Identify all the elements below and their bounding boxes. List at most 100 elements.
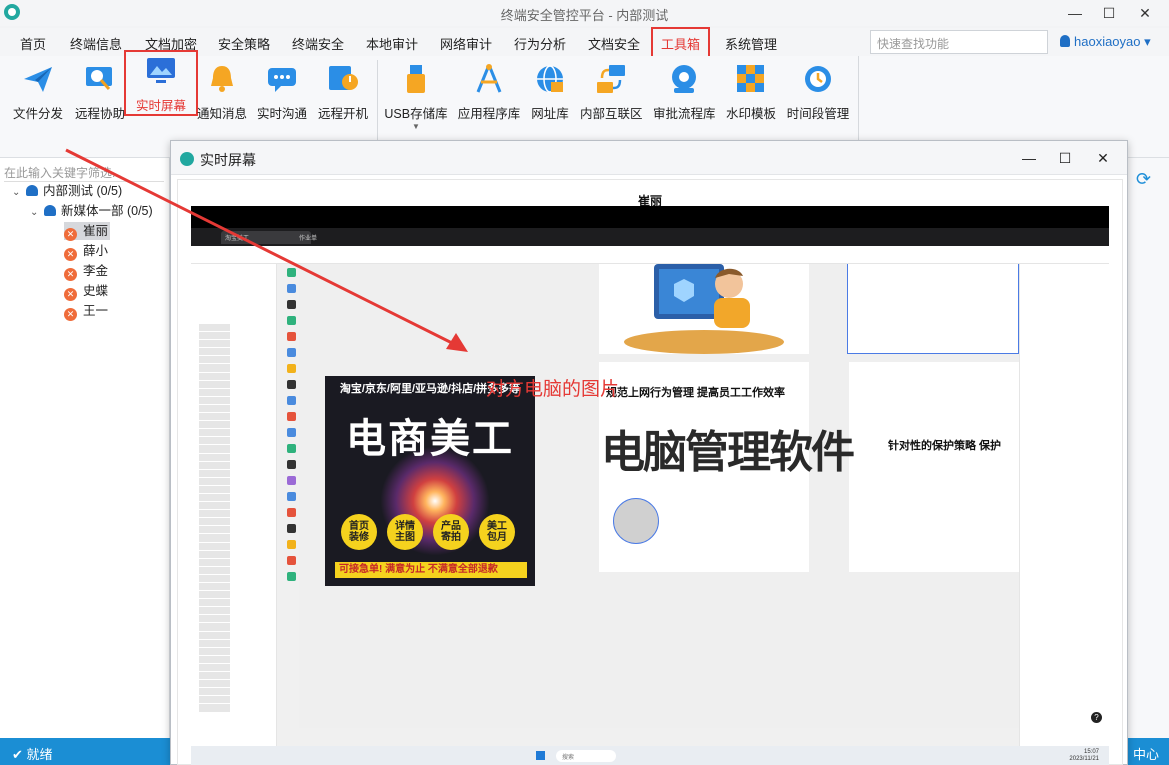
menu-terminal-security[interactable]: 终端安全 xyxy=(292,34,344,53)
remote-layer-line xyxy=(199,542,276,551)
tree-group[interactable]: ⌄ 新媒体一部 (0/5) xyxy=(30,202,153,220)
ecom-badge: 首页 装修 xyxy=(341,514,377,550)
tree-member[interactable]: ✕ 崔丽 xyxy=(64,222,111,241)
chevron-down-icon: ▾ xyxy=(1144,34,1151,49)
taskbar-search: 搜索 xyxy=(556,750,616,762)
remote-assist-button[interactable]: 远程协助 xyxy=(74,60,126,121)
remote-tool-icon xyxy=(287,364,296,373)
remote-tool-icon xyxy=(287,348,296,357)
tree-filter-input[interactable]: 在此输入关键字筛选... xyxy=(4,162,164,182)
group-icon xyxy=(26,185,38,196)
remote-layer-line xyxy=(199,631,276,640)
remote-layer-line xyxy=(199,413,276,422)
check-icon: ✔ xyxy=(12,747,23,762)
file-distribute-label: 文件分发 xyxy=(12,107,63,121)
remote-layer-line xyxy=(199,591,276,600)
help-icon: ? xyxy=(1091,712,1102,723)
time-period-label: 时间段管理 xyxy=(786,107,850,121)
approval-flow-button[interactable]: 审批流程库 xyxy=(653,60,716,121)
tree-root[interactable]: ⌄ 内部测试 (0/5) xyxy=(12,182,122,200)
remote-layer-line xyxy=(199,437,276,446)
remote-tool-icon xyxy=(287,300,296,309)
maximize-button[interactable]: ☐ xyxy=(1094,3,1124,23)
remote-layer-line xyxy=(199,663,276,673)
circle-shape xyxy=(613,498,659,544)
remote-layer-line xyxy=(199,380,276,389)
remote-tool-icon xyxy=(287,460,296,469)
remote-layer-line xyxy=(199,647,276,656)
realtime-chat-button[interactable]: 实时沟通 xyxy=(256,60,308,121)
remote-screen-image[interactable]: 淘宝美工 作业单 淘宝/京东/阿里/亚马逊/抖店/拼多多等 电商美工 首页 装修… xyxy=(191,206,1109,765)
user-menu[interactable]: haoxiaoyao ▾ xyxy=(1060,34,1151,50)
remote-selected-card xyxy=(847,264,1019,354)
chat-icon xyxy=(268,68,296,92)
remote-layer-line xyxy=(199,518,276,527)
menu-system-mgmt[interactable]: 系统管理 xyxy=(725,34,777,53)
globe-icon xyxy=(537,65,563,93)
file-distribute-button[interactable]: 文件分发 xyxy=(12,60,64,121)
remote-tool-icon xyxy=(287,572,296,581)
remote-assist-label: 远程协助 xyxy=(74,107,125,121)
menu-terminal-info[interactable]: 终端信息 xyxy=(70,34,122,53)
remote-tool-icon xyxy=(287,492,296,501)
status-label: 就绪 xyxy=(26,747,53,762)
internal-network-button[interactable]: 内部互联区 xyxy=(580,60,643,121)
tree-member[interactable]: ✕ 史蝶 xyxy=(64,282,108,301)
menu-behavior-analysis[interactable]: 行为分析 xyxy=(514,34,566,53)
group-icon xyxy=(44,205,56,216)
refresh-icon[interactable]: ⟳ xyxy=(1136,170,1154,188)
watermark-template-button[interactable]: 水印模板 xyxy=(726,60,776,121)
minimize-button[interactable]: — xyxy=(1060,3,1090,23)
remote-layer-line xyxy=(199,445,276,454)
terminal-tree-pane: 在此输入关键字筛选... ⌄ 内部测试 (0/5) ⌄ 新媒体一部 (0/5) ✕ 崔… xyxy=(0,158,170,738)
remote-layer-line xyxy=(199,655,276,664)
usb-storage-button[interactable]: USB存储库 ▼ xyxy=(384,60,448,131)
offline-icon: ✕ xyxy=(64,268,77,281)
menu-doc-security[interactable]: 文档安全 xyxy=(588,34,640,53)
menu-security-policy[interactable]: 安全策略 xyxy=(218,34,270,53)
ecom-badge: 详情 主图 xyxy=(387,514,423,550)
remote-layer-line xyxy=(199,680,276,689)
remote-layer-line xyxy=(199,388,276,397)
remote-tool-icon xyxy=(287,428,296,437)
watermark-icon xyxy=(737,65,764,92)
offline-icon: ✕ xyxy=(64,228,77,241)
app-library-button[interactable]: 应用程序库 xyxy=(456,60,522,121)
menu-local-audit[interactable]: 本地审计 xyxy=(366,34,418,53)
remote-layer-line xyxy=(199,429,276,438)
remote-layer-line xyxy=(199,615,276,624)
dialog-minimize-button[interactable]: — xyxy=(1019,149,1039,167)
member-name: 王一 xyxy=(83,304,109,318)
remote-layer-line xyxy=(199,623,276,632)
remote-tool-icon xyxy=(287,540,296,549)
url-library-button[interactable]: 网址库 xyxy=(530,60,570,121)
internal-network-label: 内部互联区 xyxy=(580,107,643,121)
notify-button[interactable]: 通知消息 xyxy=(196,60,248,121)
remote-layer-line xyxy=(199,696,276,705)
tree-member[interactable]: ✕ 薛小 xyxy=(64,242,108,261)
remote-layer-line xyxy=(199,574,276,583)
taskbar-clock: 15:07 2023/11/21 xyxy=(1069,749,1099,762)
dialog-maximize-button[interactable]: ☐ xyxy=(1055,149,1075,167)
realtime-screen-button[interactable]: 实时屏幕 xyxy=(124,50,198,116)
remote-tool-icon xyxy=(287,380,296,389)
quick-search-input[interactable]: 快速查找功能 xyxy=(870,30,1048,54)
remote-poweron-button[interactable]: 远程开机 xyxy=(317,60,369,121)
paper-plane-icon xyxy=(24,67,52,92)
remote-protect-card xyxy=(849,362,1019,572)
menu-network-audit[interactable]: 网络审计 xyxy=(440,34,492,53)
remote-layer-line xyxy=(199,421,276,430)
menu-home[interactable]: 首页 xyxy=(20,34,46,53)
dialog-close-button[interactable]: ✕ xyxy=(1093,149,1113,167)
tree-member[interactable]: ✕ 李金 xyxy=(64,262,108,281)
tree-member[interactable]: ✕ 王一 xyxy=(64,302,109,321)
remote-layer-line xyxy=(199,550,276,559)
usb-storage-label: USB存储库 xyxy=(384,107,448,121)
remote-layer-line xyxy=(199,324,276,333)
remote-layer-line xyxy=(199,688,276,697)
remote-tool-icon xyxy=(287,284,296,293)
status-right-text: 中心 xyxy=(1132,747,1159,762)
time-period-button[interactable]: 时间段管理 xyxy=(786,60,850,121)
app-library-icon xyxy=(476,64,502,93)
close-button[interactable]: ✕ xyxy=(1130,3,1160,23)
